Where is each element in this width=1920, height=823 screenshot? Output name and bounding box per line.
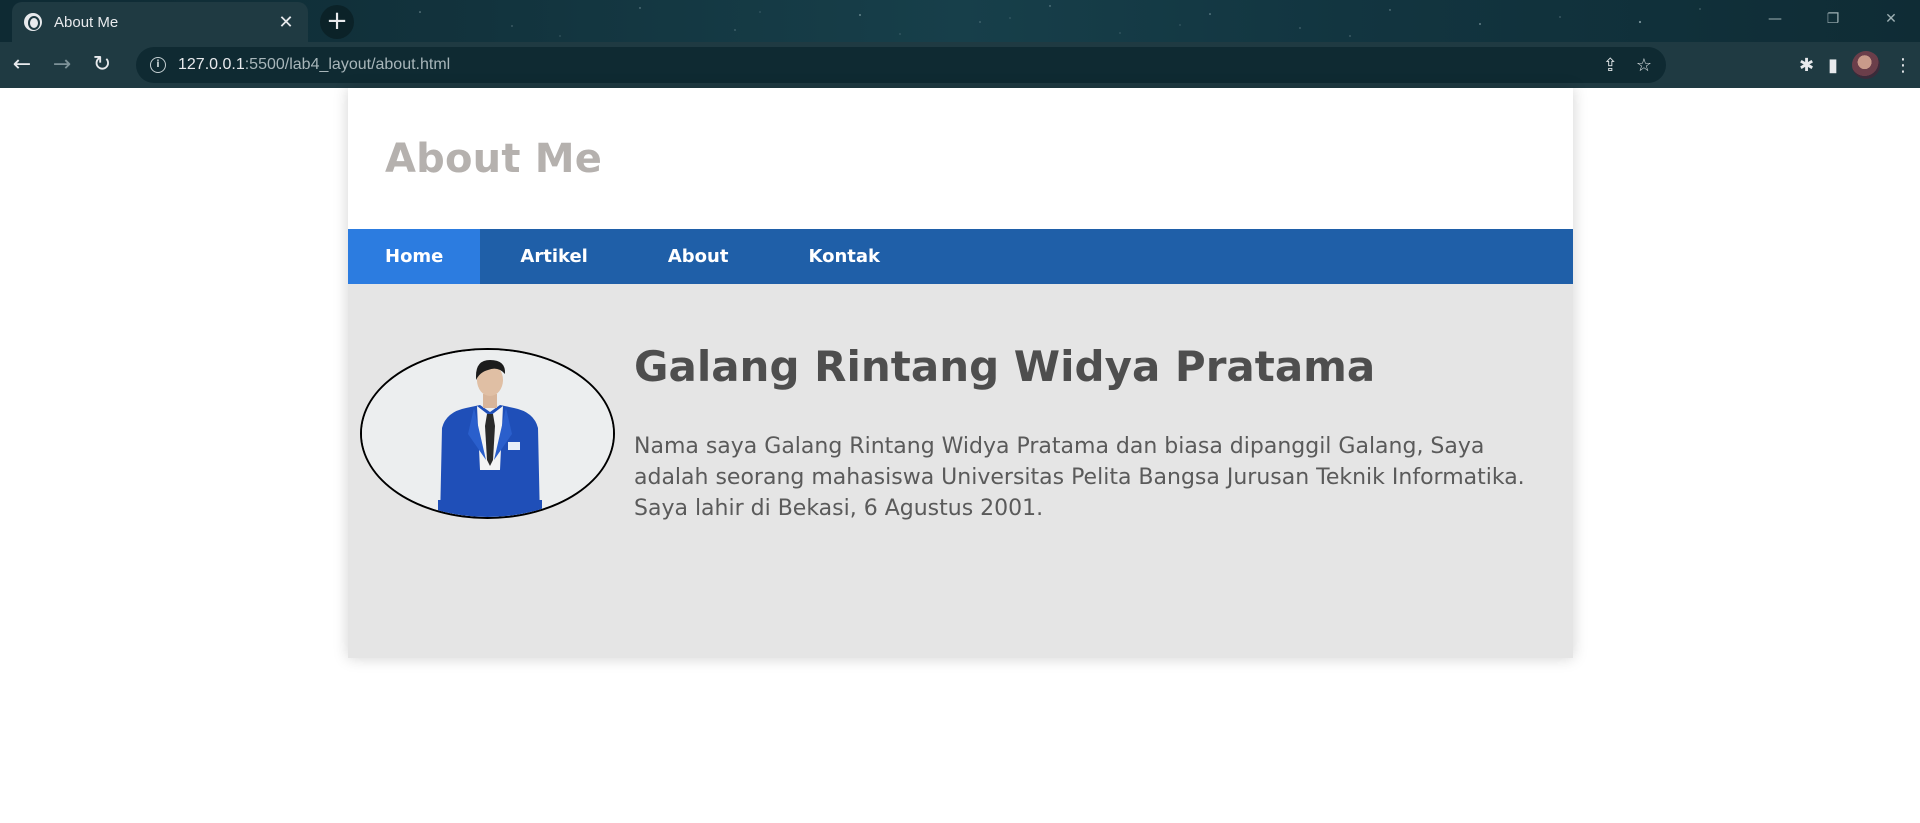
page-title: About Me (385, 135, 603, 182)
browser-menu-icon[interactable]: ⋮ (1894, 55, 1912, 76)
side-panel-icon[interactable]: ▮ (1828, 55, 1838, 76)
address-bar[interactable]: i 127.0.0.1:5500/lab4_layout/about.html … (136, 47, 1666, 83)
bio-section: Galang Rintang Widya Pratama Nama saya G… (634, 342, 1544, 524)
restore-icon[interactable]: ❐ (1804, 0, 1862, 38)
nav-about[interactable]: About (628, 229, 769, 284)
minimize-icon[interactable]: — (1746, 0, 1804, 38)
globe-icon (24, 13, 42, 31)
person-illustration (362, 350, 613, 517)
window-controls: — ❐ ✕ (1746, 0, 1920, 38)
tab-about-me[interactable]: About Me ✕ (12, 2, 308, 42)
nav-home[interactable]: Home (348, 229, 481, 284)
browser-chrome: About Me ✕ + — ❐ ✕ ← → ↻ i 127.0.0.1:550… (0, 0, 1920, 88)
window-close-icon[interactable]: ✕ (1862, 0, 1920, 38)
person-name: Galang Rintang Widya Pratama (634, 342, 1376, 391)
tab-strip: About Me ✕ + — ❐ ✕ (0, 0, 1920, 42)
tab-close-icon[interactable]: ✕ (276, 12, 296, 33)
tab-title: About Me (54, 13, 119, 31)
bio-text: Nama saya Galang Rintang Widya Pratama d… (634, 434, 1525, 521)
page-container: About Me Home Artikel About Kontak Galan… (348, 88, 1573, 658)
forward-icon[interactable]: → (44, 47, 80, 83)
site-header: About Me (348, 88, 1573, 229)
about-content: Galang Rintang Widya Pratama Nama saya G… (348, 284, 1573, 658)
url-text: 127.0.0.1:5500/lab4_layout/about.html (178, 56, 450, 74)
share-icon[interactable]: ⇪ (1603, 55, 1618, 76)
back-icon[interactable]: ← (4, 47, 40, 83)
nav-kontak[interactable]: Kontak (768, 229, 920, 284)
profile-photo (360, 348, 615, 519)
extensions-icon[interactable]: ✱ (1799, 55, 1814, 76)
url-path: :5500/lab4_layout/about.html (244, 56, 451, 73)
reload-icon[interactable]: ↻ (84, 47, 120, 83)
url-host: 127.0.0.1 (178, 56, 245, 73)
page-viewport: About Me Home Artikel About Kontak Galan… (0, 88, 1920, 823)
site-info-icon[interactable]: i (150, 57, 166, 73)
bookmark-star-icon[interactable]: ☆ (1636, 55, 1652, 76)
profile-avatar[interactable] (1852, 51, 1880, 79)
toolbar-right: ✱ ▮ ⋮ (1799, 47, 1912, 83)
omnibox-actions: ⇪ ☆ (1603, 47, 1652, 83)
browser-toolbar: ← → ↻ i 127.0.0.1:5500/lab4_layout/about… (0, 42, 1920, 88)
new-tab-button[interactable]: + (320, 5, 354, 39)
nav-artikel[interactable]: Artikel (480, 229, 627, 284)
main-nav: Home Artikel About Kontak (348, 229, 1573, 284)
